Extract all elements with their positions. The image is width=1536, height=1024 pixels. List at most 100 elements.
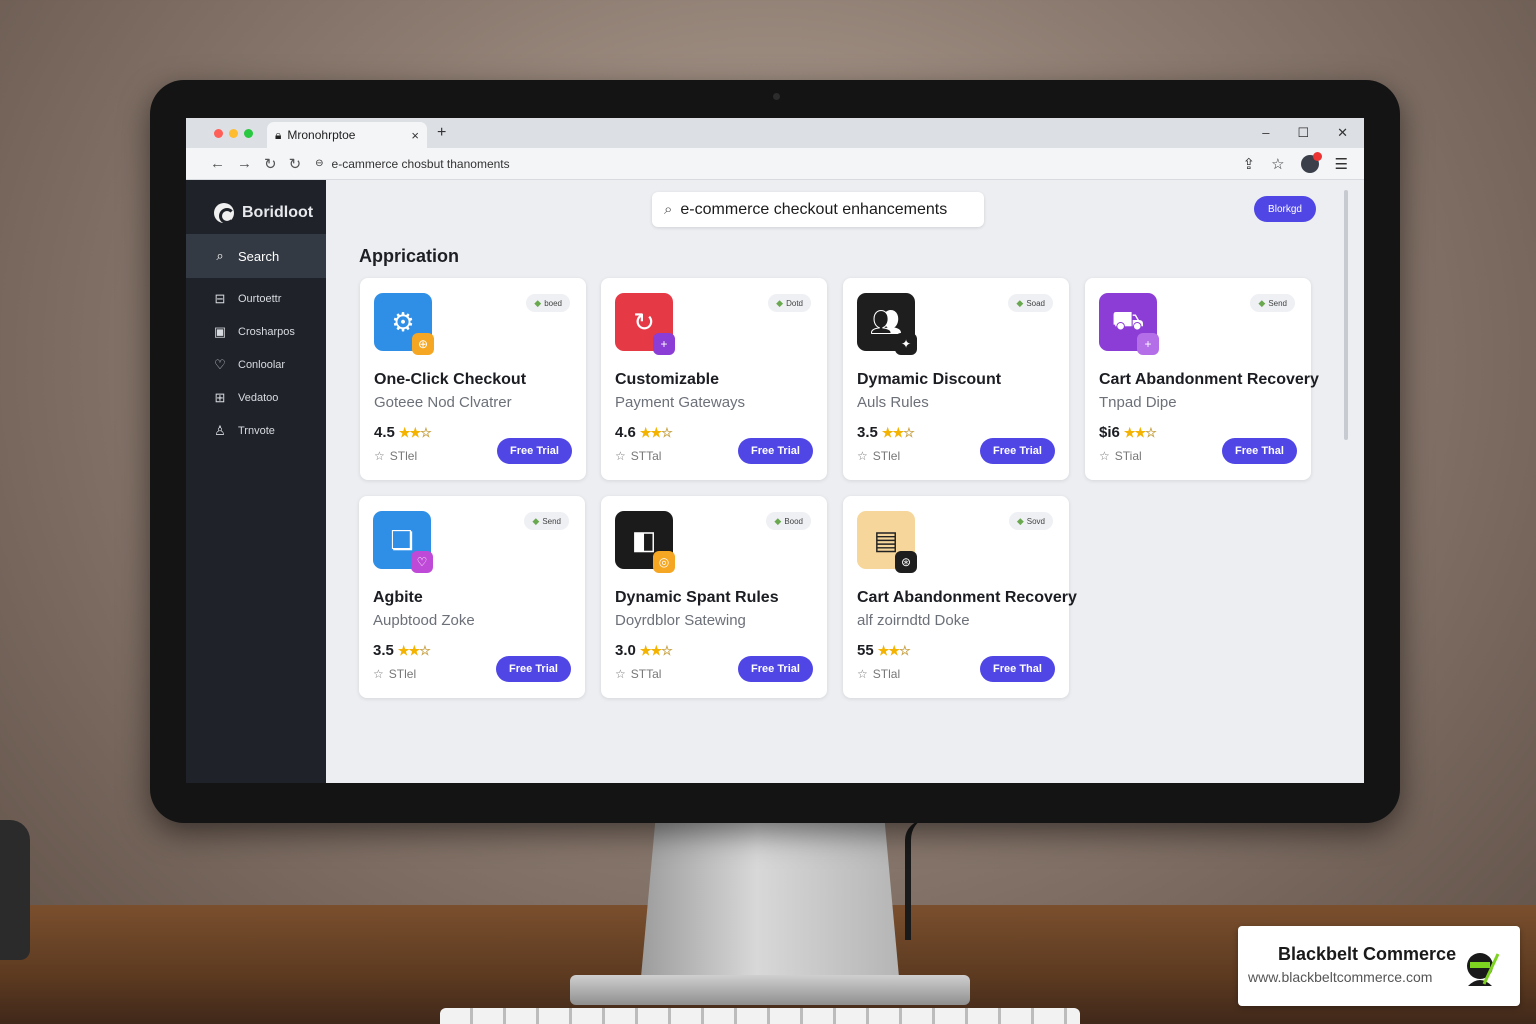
brand-logo-icon bbox=[214, 203, 235, 224]
rating: 3.5 ★★☆ bbox=[373, 642, 431, 659]
bookmark-star-icon[interactable]: ☆ bbox=[1271, 155, 1284, 173]
status-badge: ◆ Soad bbox=[1008, 294, 1053, 312]
leaf-icon: ◆ bbox=[534, 297, 542, 308]
app-icon-glyph: ⚙ bbox=[391, 306, 415, 337]
star-outline-icon: ☆ bbox=[857, 667, 868, 681]
share-icon[interactable]: ⇪ bbox=[1243, 155, 1256, 173]
free-trial-button[interactable]: Free Thal bbox=[980, 656, 1055, 682]
free-trial-button[interactable]: Free Trial bbox=[497, 438, 572, 464]
leaf-icon: ◆ bbox=[532, 515, 540, 526]
forward-icon[interactable]: → bbox=[237, 155, 252, 173]
tab-close-icon[interactable]: × bbox=[411, 128, 419, 143]
app-card[interactable]: ❏ ♡ ◆ Send Agbite Aupbtood Zoke 3.5 ★★☆ … bbox=[359, 496, 585, 698]
free-trial-button[interactable]: Free Thal bbox=[1222, 438, 1297, 464]
app-card[interactable]: ↻ + ◆ Dotd Customizable Payment Gateways… bbox=[601, 278, 827, 480]
traffic-lights bbox=[214, 128, 253, 138]
minimize-icon[interactable]: – bbox=[1262, 125, 1269, 141]
app-card[interactable]: ▤ ⊛ ◆ Sovd Cart Abandonment Recovery alf… bbox=[843, 496, 1077, 698]
rating-value: 3.0 bbox=[615, 642, 636, 659]
free-trial-button[interactable]: Free Trial bbox=[738, 656, 813, 682]
browser-tab[interactable]: 🔒︎ Mronohrptoe × bbox=[267, 122, 427, 148]
app-subtitle: Tnpad Dipe bbox=[1099, 394, 1177, 411]
app-card[interactable]: ◧ ◎ ◆ Bood Dynamic Spant Rules Doyrdblor… bbox=[601, 496, 827, 698]
address-bar[interactable]: ⊖ e-cammerce chosbut thanoments bbox=[315, 151, 1243, 176]
chat-icon: ❏ ♡ bbox=[373, 511, 433, 573]
search-icon: ⌕ bbox=[216, 248, 224, 263]
app-icon-glyph: ↻ bbox=[633, 306, 655, 337]
app-subtitle: Doyrdblor Satewing bbox=[615, 612, 746, 629]
badge-icon: ⊕ bbox=[412, 333, 434, 355]
app-card[interactable]: ⚙ ⊕ ◆ boed One-Click Checkout Goteee Nod… bbox=[360, 278, 586, 480]
rating-value: $i6 bbox=[1099, 424, 1120, 441]
badge-label: Send bbox=[542, 516, 561, 526]
browser-toolbar: ← → ↻ ↻ ⊖ e-cammerce chosbut thanoments … bbox=[186, 148, 1364, 180]
keyboard bbox=[440, 1008, 1080, 1024]
trial-label: STial bbox=[1114, 449, 1142, 463]
new-tab-button[interactable]: + bbox=[437, 124, 446, 142]
maximize-icon[interactable]: ☐ bbox=[1297, 125, 1309, 141]
back-icon[interactable]: ← bbox=[210, 155, 225, 173]
leaf-icon: ◆ bbox=[1016, 515, 1024, 526]
app-title[interactable]: Dymamic Discount bbox=[857, 371, 1001, 389]
site-info-icon: ⊖ bbox=[315, 158, 324, 169]
sidebar-item-label: Trnvote bbox=[238, 424, 275, 437]
brand[interactable]: Boridloot bbox=[186, 180, 326, 234]
search-input[interactable]: ⌕ e-commerce checkout enhancements bbox=[652, 192, 984, 227]
rating: 4.6 ★★☆ bbox=[615, 424, 673, 441]
sidebar-item-5[interactable]: ♙ Trnvote bbox=[186, 414, 326, 447]
trial-label: STlal bbox=[872, 667, 901, 681]
tab-title: Mronohrptoe bbox=[287, 128, 356, 142]
watermark-name: Blackbelt Commerce bbox=[1278, 944, 1457, 964]
app-card[interactable]: 👥︎ ✦ ◆ Soad Dymamic Discount Auls Rules … bbox=[843, 278, 1069, 480]
app-title[interactable]: Agbite bbox=[373, 589, 423, 607]
app-title[interactable]: Dynamic Spant Rules bbox=[615, 589, 779, 607]
status-badge: ◆ boed bbox=[526, 294, 570, 312]
cart-icon: ⛟ + bbox=[1099, 293, 1159, 355]
rating-stars: ★★☆ bbox=[1123, 424, 1157, 440]
free-trial-button[interactable]: Free Trial bbox=[980, 438, 1055, 464]
app-card[interactable]: ⛟ + ◆ Send Cart Abandonment Recovery Tnp… bbox=[1085, 278, 1319, 480]
monitor-cable bbox=[905, 820, 925, 940]
app-title[interactable]: Cart Abandonment Recovery bbox=[1099, 371, 1319, 389]
toolbar-actions: ⇪ ☆ ☰ bbox=[1243, 151, 1348, 173]
lock-icon: 🔒︎ bbox=[275, 127, 282, 142]
badge-icon: + bbox=[1137, 333, 1159, 355]
refresh-icon[interactable]: ↻ bbox=[289, 155, 302, 173]
close-icon[interactable]: ✕ bbox=[1337, 125, 1348, 141]
profile-avatar[interactable] bbox=[1300, 151, 1322, 173]
ninja-logo-icon bbox=[1467, 953, 1500, 986]
watermark-url: www.blackbeltcommerce.com bbox=[1248, 969, 1433, 985]
maximize-window-dot[interactable] bbox=[244, 128, 253, 138]
free-trial-button[interactable]: Free Trial bbox=[496, 656, 571, 682]
scrollbar[interactable] bbox=[1344, 190, 1348, 440]
badge-label: Send bbox=[1268, 298, 1287, 308]
people-icon: 👥︎ ✦ bbox=[857, 293, 917, 355]
close-window-dot[interactable] bbox=[214, 128, 223, 138]
sidebar-item-1[interactable]: ⊟ Ourtoettr bbox=[186, 282, 326, 315]
url-text: e-cammerce chosbut thanoments bbox=[331, 156, 510, 171]
minimize-window-dot[interactable] bbox=[229, 128, 238, 138]
sidebar-item-label: Ourtoettr bbox=[238, 292, 282, 305]
leaf-icon: ◆ bbox=[1258, 297, 1266, 308]
app-subtitle: Goteee Nod Clvatrer bbox=[374, 394, 512, 411]
status-badge: ◆ Bood bbox=[766, 512, 811, 530]
brand-name: Boridloot bbox=[242, 204, 314, 221]
sidebar-item-search[interactable]: ⌕ Search bbox=[186, 234, 326, 278]
app-title[interactable]: Cart Abandonment Recovery bbox=[857, 589, 1077, 607]
reload-icon[interactable]: ↻ bbox=[264, 155, 277, 173]
free-trial-button[interactable]: Free Trial bbox=[738, 438, 813, 464]
notification-badge bbox=[1312, 151, 1322, 161]
star-outline-icon: ☆ bbox=[1099, 449, 1110, 463]
sidebar-item-4[interactable]: ⊞ Vedatoo bbox=[186, 381, 326, 414]
menu-icon[interactable]: ☰ bbox=[1335, 155, 1348, 173]
app-title[interactable]: One-Click Checkout bbox=[374, 371, 526, 389]
leaf-icon: ◆ bbox=[776, 297, 784, 308]
badge-icon: + bbox=[653, 333, 675, 355]
sidebar-item-2[interactable]: ▣ Crosharpos bbox=[186, 315, 326, 348]
sidebar-item-label: Vedatoo bbox=[238, 391, 279, 404]
star-outline-icon: ☆ bbox=[373, 667, 384, 681]
app-title[interactable]: Customizable bbox=[615, 371, 719, 389]
rating: 3.5 ★★☆ bbox=[857, 424, 915, 441]
sidebar-item-3[interactable]: ♡ Conloolar bbox=[186, 348, 326, 381]
top-action-button[interactable]: Blorkgd bbox=[1254, 196, 1316, 222]
